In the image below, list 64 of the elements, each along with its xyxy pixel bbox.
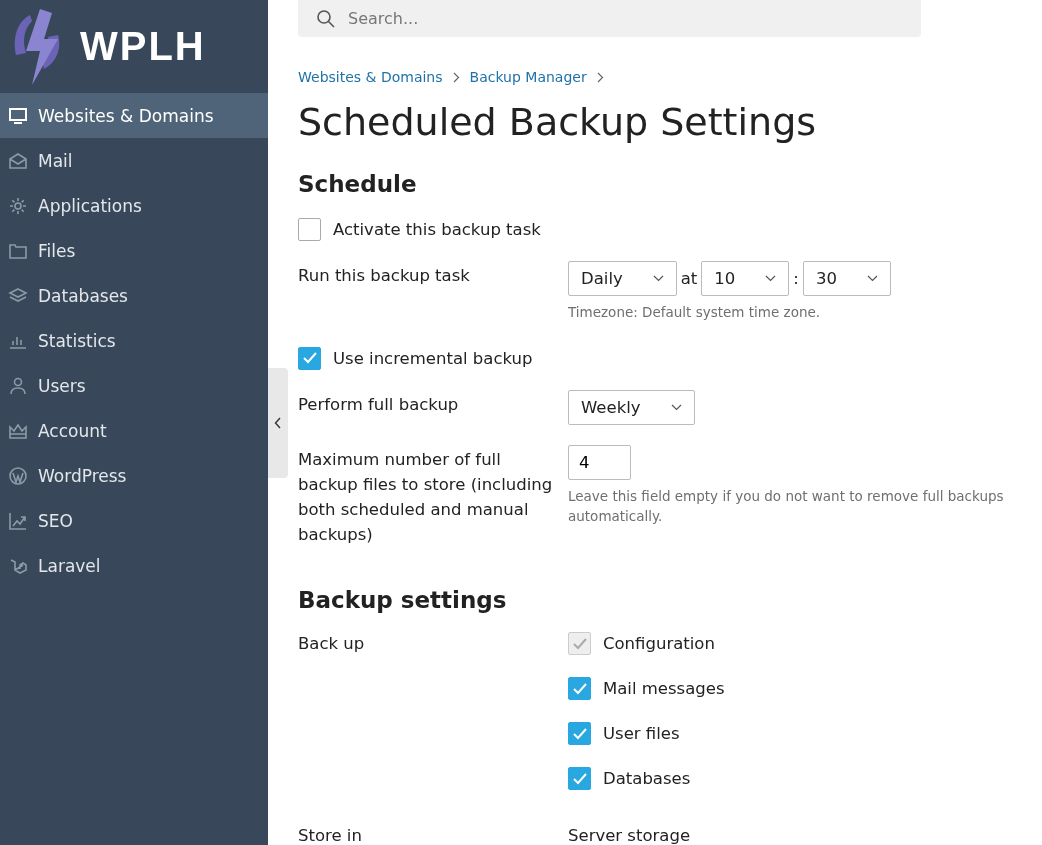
checkbox[interactable]	[298, 346, 321, 370]
field-label: Run this backup task	[298, 265, 471, 287]
sidebar-item[interactable]: Statistics	[0, 318, 268, 363]
dropdown[interactable]: Daily	[568, 261, 677, 296]
checkbox[interactable]	[568, 767, 591, 790]
caret-icon	[670, 404, 682, 411]
checkmark-icon	[301, 351, 318, 365]
envelope-icon	[8, 150, 28, 171]
checkbox-label: User files	[603, 724, 680, 743]
breadcrumb-link[interactable]: Websites & Domains	[298, 69, 443, 85]
checkbox[interactable]	[568, 677, 591, 700]
section-heading: Schedule	[298, 171, 418, 197]
hint-text: Leave this field empty if you do not want to remove full backups automatically.	[568, 487, 1005, 526]
page-title: Scheduled Backup Settings	[298, 99, 818, 146]
user-icon	[8, 375, 28, 396]
caret-icon	[652, 275, 664, 282]
breadcrumb-link[interactable]: Backup Manager	[469, 69, 587, 85]
checkmark-icon	[571, 726, 588, 741]
checkmark-icon	[571, 771, 588, 786]
checkbox-label: Use incremental backup	[333, 348, 533, 368]
field-label: Store in	[298, 825, 363, 845]
field-text: :	[793, 269, 799, 288]
checkbox[interactable]	[298, 217, 321, 241]
chevron-right-icon	[596, 71, 604, 83]
sidebar-item[interactable]: Users	[0, 363, 268, 408]
wordpress-icon	[8, 465, 28, 486]
chevron-left-icon	[274, 417, 282, 429]
dropdown[interactable]: 10	[701, 261, 790, 296]
sidebar-item[interactable]: Files	[0, 228, 268, 273]
field-label: Maximum number of full backup files to store (including both scheduled and manual backups)	[298, 449, 554, 546]
sidebar-item[interactable]: Websites & Domains	[0, 93, 268, 138]
sidebar-item[interactable]: Laravel	[0, 543, 268, 588]
sidebar-item[interactable]: Databases	[0, 273, 268, 318]
search-field[interactable]: Search...	[298, 0, 921, 37]
sidebar-item[interactable]: Account	[0, 408, 268, 453]
sidebar-item[interactable]: Mail	[0, 138, 268, 183]
dropdown[interactable]: Weekly	[568, 390, 695, 425]
checkbox-label: Activate this backup task	[333, 219, 541, 239]
field-value: Server storage	[568, 825, 692, 845]
checkbox[interactable]	[568, 722, 591, 745]
hint-text: Timezone: Default system time zone.	[568, 303, 822, 322]
search-input[interactable]: Search...	[346, 8, 850, 29]
section-heading: Backup settings	[298, 587, 508, 613]
field-label: Back up	[298, 633, 366, 655]
checkmark-icon	[571, 681, 588, 696]
checkbox-label: Configuration	[603, 634, 715, 653]
logo-text: WPLH	[80, 24, 206, 69]
sidebar-item[interactable]: WordPress	[0, 453, 268, 498]
caret-icon	[866, 275, 878, 282]
collapse-handle[interactable]	[268, 368, 288, 478]
dropdown[interactable]: 30	[802, 261, 891, 296]
field-label: Perform full backup	[298, 394, 460, 416]
checkbox-label: Mail messages	[603, 679, 725, 698]
sidebar-item[interactable]: SEO	[0, 498, 268, 543]
monitor-icon	[8, 105, 28, 126]
input-field[interactable]: 4	[568, 445, 631, 480]
sidebar-item[interactable]: Applications	[0, 183, 268, 228]
trend-chart-icon	[8, 510, 28, 531]
caret-icon	[765, 275, 777, 282]
field-text: at	[680, 269, 698, 288]
search-icon	[316, 8, 336, 29]
checkbox-label: Databases	[603, 769, 691, 788]
chevron-right-icon	[452, 71, 460, 83]
checkmark-icon	[571, 636, 588, 651]
